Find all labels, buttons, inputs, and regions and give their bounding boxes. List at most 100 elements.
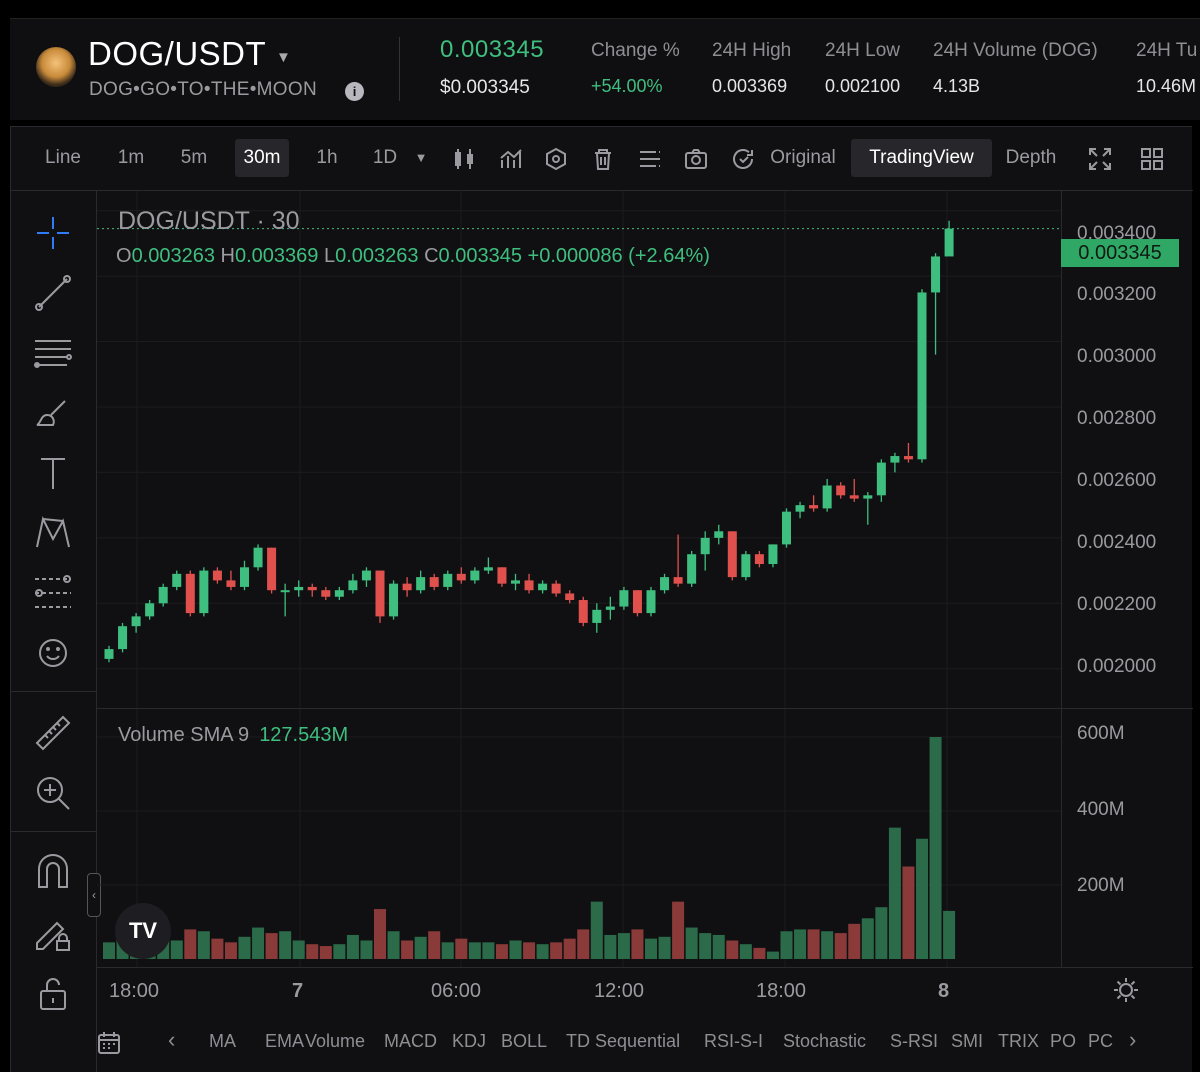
time-axis-border bbox=[97, 967, 1193, 968]
text-icon[interactable] bbox=[31, 451, 75, 495]
interval-1d[interactable]: 1D bbox=[365, 139, 405, 177]
candle-body bbox=[375, 570, 385, 617]
pattern-icon[interactable] bbox=[31, 511, 75, 555]
interval-5m[interactable]: 5m bbox=[171, 139, 217, 177]
volume-bar bbox=[495, 944, 508, 959]
candle-body bbox=[538, 583, 548, 591]
fib-icon[interactable] bbox=[31, 571, 75, 615]
indicator-ma[interactable]: MA bbox=[209, 1031, 236, 1052]
volume-bar bbox=[807, 929, 820, 959]
lock-drawing-icon[interactable] bbox=[31, 911, 75, 955]
unlock-icon[interactable] bbox=[31, 971, 75, 1015]
ohlc-close: 0.003345 bbox=[438, 245, 522, 267]
fullscreen-icon[interactable] bbox=[1087, 146, 1113, 172]
pair-title[interactable]: DOG/USDT bbox=[88, 35, 266, 73]
volume-bar bbox=[374, 909, 386, 959]
chevron-down-icon[interactable]: ▼ bbox=[409, 139, 433, 177]
ruler-icon[interactable] bbox=[31, 711, 75, 755]
candle-body bbox=[240, 567, 249, 587]
indicators-icon[interactable] bbox=[498, 146, 524, 172]
view-original[interactable]: Original bbox=[763, 139, 843, 177]
ohlc-open: 0.003263 bbox=[131, 245, 215, 267]
crosshair-icon[interactable] bbox=[31, 211, 75, 255]
indicator-ema[interactable]: EMA bbox=[265, 1031, 304, 1052]
grid-layout-icon[interactable] bbox=[1139, 146, 1165, 172]
candle-body bbox=[470, 570, 480, 581]
indicator-volume[interactable]: Volume bbox=[305, 1031, 365, 1052]
volume-bar bbox=[346, 934, 359, 959]
indicator-trix[interactable]: TRIX bbox=[998, 1031, 1039, 1052]
horizontal-lines-icon[interactable] bbox=[31, 331, 75, 375]
volume-bar bbox=[563, 938, 576, 959]
tradingview-logo[interactable]: TV bbox=[115, 903, 171, 959]
indicator-po[interactable]: PO bbox=[1050, 1031, 1076, 1052]
view-depth[interactable]: Depth bbox=[999, 139, 1063, 177]
price-pane[interactable] bbox=[97, 191, 1061, 708]
candle-body bbox=[118, 626, 128, 650]
chart-pair-label: DOG/USDT · 30 bbox=[118, 207, 300, 235]
settings-hex-icon[interactable] bbox=[543, 146, 569, 172]
emoji-icon[interactable] bbox=[31, 631, 75, 675]
volume-bar bbox=[766, 951, 779, 959]
candles-icon[interactable] bbox=[451, 146, 477, 172]
volume-bar bbox=[590, 901, 603, 959]
ohlc-change: +0.000086 (+2.64%) bbox=[527, 245, 710, 267]
interval-line[interactable]: Line bbox=[35, 139, 91, 177]
indicator-stochastic[interactable]: Stochastic bbox=[783, 1031, 866, 1052]
volume-bar bbox=[902, 866, 915, 959]
volume-bar bbox=[103, 942, 115, 959]
indicator-kdj[interactable]: KDJ bbox=[452, 1031, 486, 1052]
volume-bar bbox=[929, 737, 942, 959]
scroll-right-icon[interactable]: › bbox=[1129, 1027, 1136, 1053]
indicator-td-sequential[interactable]: TD Sequential bbox=[566, 1031, 680, 1052]
ohlc-low-key: L bbox=[323, 245, 336, 267]
indicator-smi[interactable]: SMI bbox=[951, 1031, 983, 1052]
volume-bar bbox=[482, 942, 495, 959]
candle-body bbox=[551, 583, 561, 594]
trash-icon[interactable] bbox=[590, 146, 616, 172]
list-icon[interactable] bbox=[637, 146, 663, 172]
volume-bar bbox=[848, 923, 861, 959]
drawing-toolbar bbox=[11, 191, 97, 1072]
magnet-icon[interactable] bbox=[31, 851, 75, 895]
volume-pane[interactable] bbox=[97, 709, 1061, 967]
original-view-icon[interactable] bbox=[730, 146, 756, 172]
calendar-icon[interactable] bbox=[95, 1029, 123, 1057]
chart-settings-icon[interactable] bbox=[1111, 975, 1141, 1005]
candle-body bbox=[443, 573, 453, 587]
volume-bar bbox=[672, 901, 685, 959]
info-icon[interactable]: i bbox=[345, 82, 364, 101]
zoom-in-icon[interactable] bbox=[31, 771, 75, 815]
volume-bar bbox=[685, 927, 698, 959]
indicator-boll[interactable]: BOLL bbox=[501, 1031, 547, 1052]
candle-body bbox=[185, 573, 195, 614]
indicator-rsi-s-i[interactable]: RSI-S-I bbox=[704, 1031, 763, 1052]
candle-body bbox=[876, 462, 886, 496]
scroll-left-icon[interactable]: ‹ bbox=[168, 1027, 175, 1053]
interval-30m[interactable]: 30m bbox=[235, 139, 289, 177]
interval-1m[interactable]: 1m bbox=[109, 139, 153, 177]
indicator-pc[interactable]: PC bbox=[1088, 1031, 1113, 1052]
trendline-icon[interactable] bbox=[31, 271, 75, 315]
indicator-s-rsi[interactable]: S-RSI bbox=[890, 1031, 938, 1052]
candle-body bbox=[348, 580, 358, 591]
ohlc-close-key: C bbox=[424, 245, 439, 267]
price-axis-border bbox=[1061, 191, 1062, 967]
stat-label-volume: 24H Volume (DOG) bbox=[933, 40, 1098, 61]
candle-body bbox=[863, 495, 873, 499]
volume-chart[interactable] bbox=[97, 709, 1061, 967]
ohlc-high-key: H bbox=[220, 245, 235, 267]
candle-body bbox=[822, 485, 832, 509]
view-tradingview[interactable]: TradingView bbox=[851, 139, 992, 177]
camera-icon[interactable] bbox=[683, 146, 709, 172]
candle-body bbox=[145, 603, 155, 617]
last-price: 0.003345 bbox=[440, 36, 545, 63]
volume-bar bbox=[252, 927, 265, 959]
candle-body bbox=[687, 554, 697, 584]
chevron-down-icon[interactable]: ▼ bbox=[276, 49, 291, 66]
volume-bar bbox=[888, 827, 901, 959]
interval-1h[interactable]: 1h bbox=[307, 139, 347, 177]
indicator-macd[interactable]: MACD bbox=[384, 1031, 437, 1052]
brush-icon[interactable] bbox=[31, 391, 75, 435]
candlestick-chart[interactable] bbox=[97, 191, 1061, 708]
